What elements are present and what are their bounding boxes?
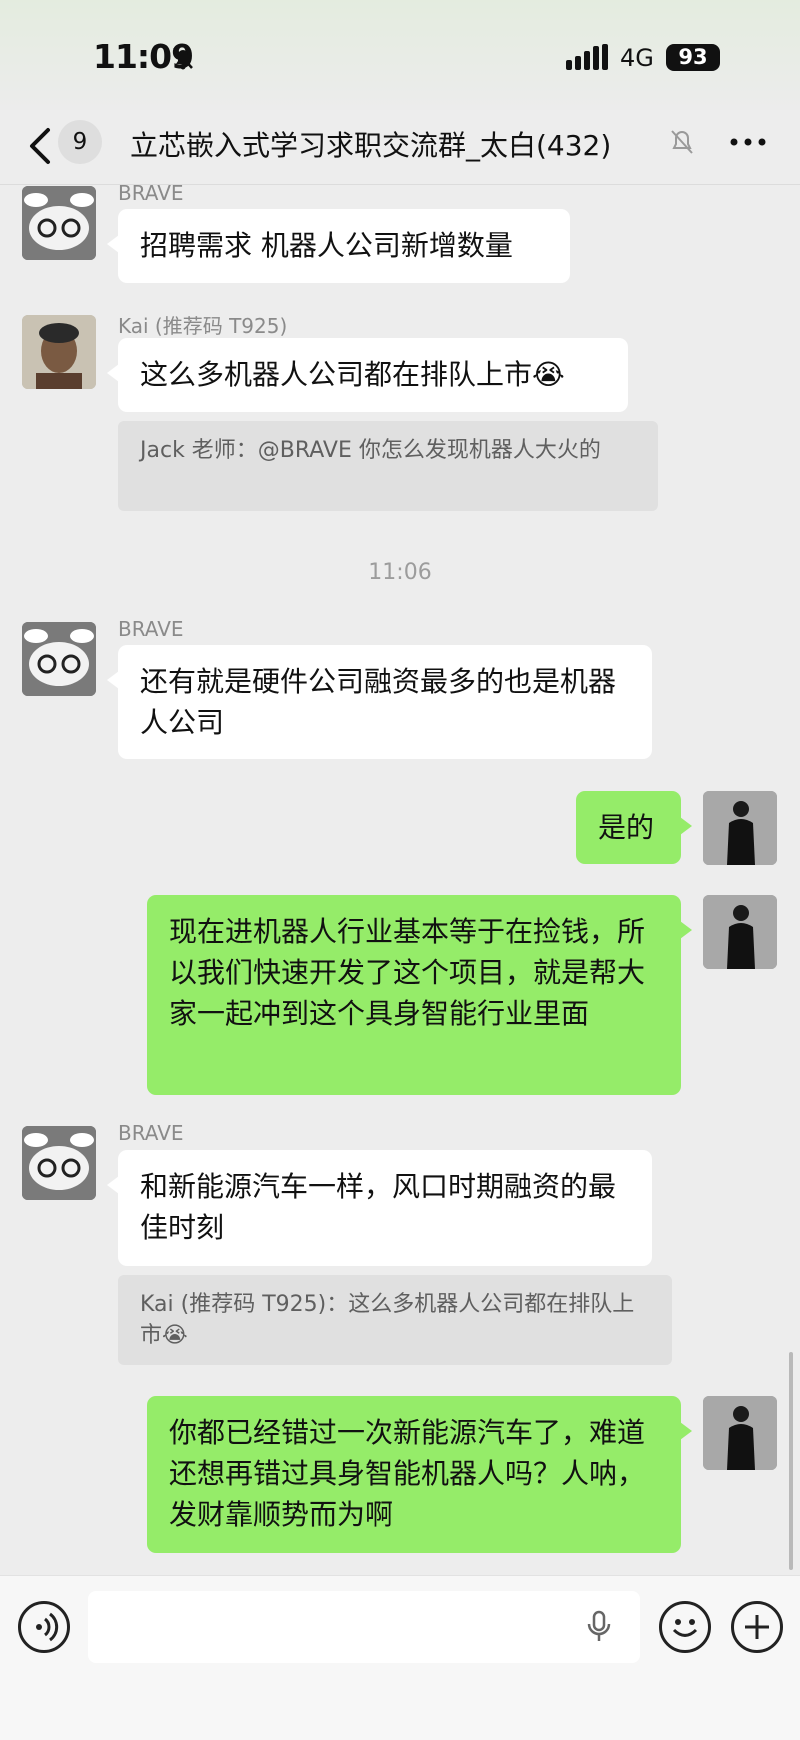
my-avatar[interactable] (703, 791, 777, 865)
scrollbar[interactable] (789, 1352, 793, 1570)
chat-title[interactable]: 立芯嵌入式学习求职交流群_太白(432) (130, 124, 611, 164)
avatar[interactable] (22, 1126, 96, 1200)
sender-name: BRAVE (118, 617, 184, 641)
rabbit-avatar-icon (22, 622, 96, 696)
message-bubble-sent[interactable]: 现在进机器人行业基本等于在捡钱，所以我们快速开发了这个项目，就是帮大家一起冲到这… (147, 895, 692, 1095)
sender-name: BRAVE (118, 1121, 184, 1145)
sender-name: BRAVE (118, 181, 184, 205)
sender-name: Kai (推荐码 T925) (118, 314, 288, 338)
person-avatar-icon (703, 895, 777, 969)
voice-button[interactable] (18, 1601, 70, 1653)
silent-bell-icon (173, 47, 193, 70)
message-bubble[interactable]: 招聘需求 机器人公司新增数量 (107, 209, 570, 283)
message-bubble-sent[interactable]: 你都已经错过一次新能源汽车了，难道还想再错过具身智能机器人吗？人呐，发财靠顺势而… (147, 1396, 692, 1553)
emoji-icon (672, 1619, 698, 1637)
quoted-reply[interactable]: Kai (推荐码 T925)：这么多机器人公司都在排队上市😭 (118, 1275, 672, 1365)
my-avatar[interactable] (703, 895, 777, 969)
network-type: 4G (620, 44, 654, 72)
message-bubble[interactable]: 还有就是硬件公司融资最多的也是机器人公司 (107, 645, 652, 759)
person-avatar-icon (703, 1396, 777, 1470)
avatar[interactable] (22, 186, 96, 260)
message-input[interactable] (88, 1591, 640, 1663)
message-bubble[interactable]: 这么多机器人公司都在排队上市😭 (107, 338, 628, 412)
my-avatar[interactable] (703, 1396, 777, 1470)
rabbit-avatar-icon (22, 1126, 96, 1200)
emoji-button[interactable] (659, 1601, 711, 1653)
unread-count-badge[interactable]: 9 (58, 120, 102, 164)
chat-timestamp: 11:06 (368, 560, 432, 585)
avatar[interactable] (22, 315, 96, 389)
message-bubble-sent[interactable]: 是的 (576, 791, 692, 864)
more-icon[interactable] (728, 132, 768, 152)
avatar[interactable] (22, 622, 96, 696)
rabbit-avatar-icon (22, 186, 96, 260)
back-arrow-icon[interactable] (24, 124, 60, 168)
message-bubble[interactable]: 和新能源汽车一样，风口时期融资的最佳时刻 (107, 1150, 652, 1266)
mute-bell-icon (671, 130, 693, 154)
voice-icon (36, 1612, 59, 1642)
person-avatar-icon (22, 315, 96, 389)
quoted-reply[interactable]: Jack 老师：@BRAVE 你怎么发现机器人大火的 (118, 421, 658, 511)
mic-icon[interactable] (586, 1610, 612, 1644)
signal-icon (566, 44, 608, 70)
plus-icon (745, 1615, 769, 1639)
plus-button[interactable] (731, 1601, 783, 1653)
battery-indicator: 93 (666, 44, 720, 71)
person-avatar-icon (703, 791, 777, 865)
